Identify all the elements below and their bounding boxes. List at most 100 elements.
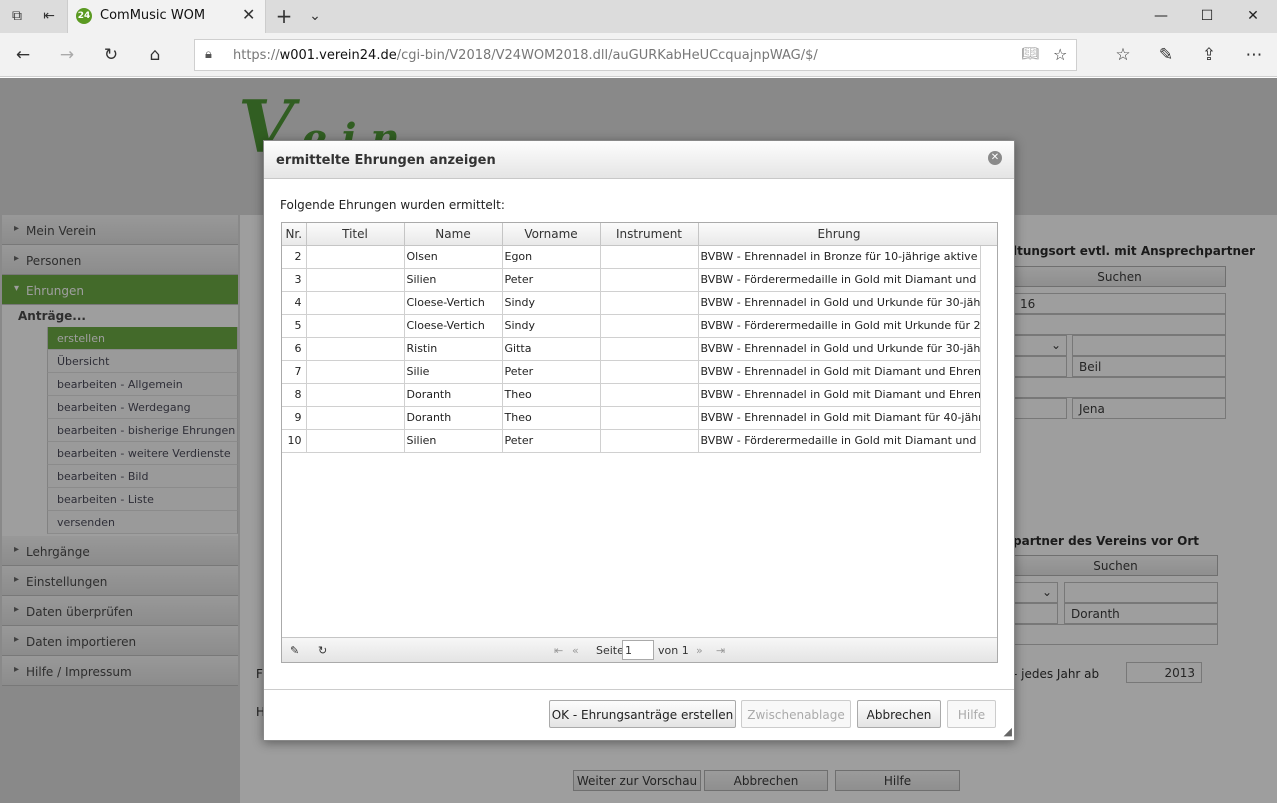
table-cell-ehrung: BVBW - Ehrennadel in Gold mit Diamant fü… [698,406,981,430]
table-cell-titel [306,383,405,407]
table-cell-instrument [600,245,699,269]
table-cell-ehrung: BVBW - Ehrennadel in Gold und Urkunde fü… [698,291,981,315]
table-cell-vorname: Sindy [502,291,601,315]
column-header-titel[interactable]: Titel [306,223,405,246]
table-cell-name: Cloese-Vertich [404,291,503,315]
table-cell-nr: 4 [282,291,307,315]
table-cell-vorname: Peter [502,429,601,453]
maximize-icon[interactable]: ☐ [1184,4,1230,28]
favorite-star-icon[interactable]: ☆ [1053,45,1067,64]
cancel-button[interactable]: Abbrechen [857,700,941,728]
pen-icon[interactable]: ✎ [1154,43,1178,67]
tab-actions-icon[interactable]: ⧉ [6,6,28,26]
close-icon[interactable]: ✕ [988,151,1002,165]
page-of-label: von 1 [658,644,689,657]
table-cell-nr: 8 [282,383,307,407]
table-cell-nr: 2 [282,245,307,269]
refresh-icon[interactable]: ↻ [318,644,327,657]
ok-create-button[interactable]: OK - Ehrungsanträge erstellen [549,700,736,728]
table-row[interactable]: 4 Cloese-Vertich Sindy BVBW - Ehrennadel in… [282,291,981,315]
table-cell-vorname: Peter [502,268,601,292]
table-row[interactable]: 6 Ristin Gitta BVBW - Ehrennadel in Gold un… [282,337,981,361]
new-tab-icon[interactable]: + [273,6,295,26]
column-header-instrument[interactable]: Instrument [600,223,699,246]
table-row[interactable]: 10 Silien Peter BVBW - Förderermedaille in … [282,429,981,453]
table-cell-name: Olsen [404,245,503,269]
column-header-name[interactable]: Name [404,223,503,246]
url-field[interactable]: 🔒︎ https://w001.verein24.de/cgi-bin/V201… [194,39,1077,71]
table-cell-instrument [600,268,699,292]
table-cell-vorname: Peter [502,360,601,384]
table-cell-instrument [600,429,699,453]
refresh-icon[interactable]: ↻ [99,43,123,67]
table-row[interactable]: 2 Olsen Egon BVBW - Ehrennadel in Bronze fü… [282,245,981,269]
help-button[interactable]: Hilfe [947,700,996,728]
clipboard-button[interactable]: Zwischenablage [741,700,851,728]
table-cell-ehrung: BVBW - Ehrennadel in Gold und Urkunde fü… [698,337,981,361]
share-icon[interactable]: ⇪ [1197,43,1221,67]
table-cell-ehrung: BVBW - Förderermedaille in Gold mit Diam… [698,268,981,292]
table-cell-titel [306,337,405,361]
table-row[interactable]: 8 Doranth Theo BVBW - Ehrennadel in Gold mi… [282,383,981,407]
first-page-icon[interactable]: ⇤ [554,644,563,657]
next-page-icon[interactable]: » [696,644,703,657]
table-row[interactable]: 3 Silien Peter BVBW - Förderermedaille in G… [282,268,981,292]
table-cell-ehrung: BVBW - Förderermedaille in Gold mit Diam… [698,429,981,453]
table-cell-instrument [600,337,699,361]
last-page-icon[interactable]: ⇥ [716,644,725,657]
forward-icon[interactable]: → [55,43,79,67]
dialog-header: ermittelte Ehrungen anzeigen ✕ [264,141,1014,179]
table-cell-name: Silien [404,268,503,292]
resize-handle-icon[interactable]: ◢ [1004,725,1012,738]
table-cell-name: Silie [404,360,503,384]
reading-view-icon[interactable]: 📖︎ [1021,46,1039,62]
page-input[interactable]: 1 [622,640,654,660]
minimize-icon[interactable]: — [1138,4,1184,28]
table-cell-name: Ristin [404,337,503,361]
table-cell-name: Silien [404,429,503,453]
table-cell-name: Doranth [404,406,503,430]
browser-tab[interactable]: 24 ComMusic WOM ✕ [67,0,266,33]
table-row[interactable]: 7 Silie Peter BVBW - Ehrennadel in Gold mit… [282,360,981,384]
table-cell-ehrung: BVBW - Ehrennadel in Gold mit Diamant un… [698,383,981,407]
set-aside-tabs-icon[interactable]: ⇤ [38,6,60,26]
close-tab-icon[interactable]: ✕ [242,5,255,24]
url-host: w001.verein24.de [279,48,397,63]
table-cell-instrument [600,383,699,407]
table-header-row: Nr. Titel Name Vorname Instrument Ehrung [282,223,981,246]
table-cell-titel [306,314,405,338]
more-icon[interactable]: ⋯ [1242,43,1266,67]
edit-icon[interactable]: ✎ [290,644,299,657]
table-cell-titel [306,406,405,430]
table-cell-vorname: Theo [502,383,601,407]
table-cell-vorname: Sindy [502,314,601,338]
table-row[interactable]: 9 Doranth Theo BVBW - Ehrennadel in Gold mi… [282,406,981,430]
prev-page-icon[interactable]: « [572,644,579,657]
table-cell-titel [306,291,405,315]
table-body: 2 Olsen Egon BVBW - Ehrennadel in Bronze fü… [282,245,981,453]
table-cell-name: Doranth [404,383,503,407]
home-icon[interactable]: ⌂ [143,43,167,67]
table-row[interactable]: 5 Cloese-Vertich Sindy BVBW - Förderermedai… [282,314,981,338]
browser-tab-bar: ⧉ ⇤ 24 ComMusic WOM ✕ + ⌄ — ☐ ✕ [0,0,1277,33]
column-header-ehrung[interactable]: Ehrung [698,223,981,246]
table-cell-vorname: Egon [502,245,601,269]
table-cell-nr: 6 [282,337,307,361]
column-header-nr[interactable]: Nr. [282,223,307,246]
table-cell-ehrung: BVBW - Ehrennadel in Gold mit Diamant un… [698,360,981,384]
table-cell-name: Cloese-Vertich [404,314,503,338]
back-icon[interactable]: ← [11,43,35,67]
page-label: Seite [596,644,624,657]
table-cell-instrument [600,360,699,384]
favorites-list-icon[interactable]: ☆ [1111,43,1135,67]
close-window-icon[interactable]: ✕ [1230,4,1276,28]
address-toolbar: ← → ↻ ⌂ 🔒︎ https://w001.verein24.de/cgi-… [0,33,1277,77]
column-header-vorname[interactable]: Vorname [502,223,601,246]
table-cell-instrument [600,406,699,430]
table-header-filler [980,223,997,246]
favicon-icon: 24 [76,8,92,24]
chevron-down-icon[interactable]: ⌄ [304,6,326,26]
table-cell-titel [306,360,405,384]
table-cell-nr: 10 [282,429,307,453]
dialog-title: ermittelte Ehrungen anzeigen [276,153,496,168]
